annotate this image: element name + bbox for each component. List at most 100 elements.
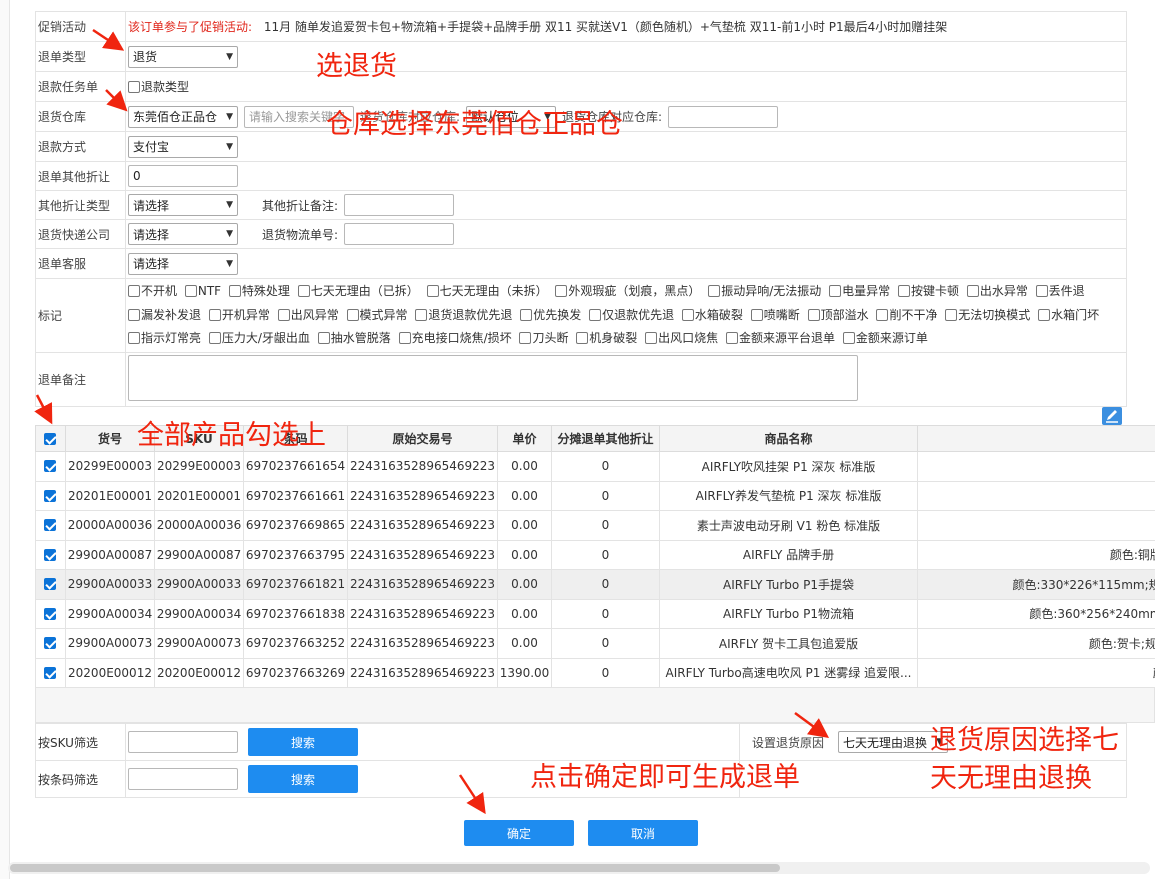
trade-no-cell: 2243163528965469223 (347, 628, 498, 659)
mark-checkbox[interactable]: 七天无理由（已拆） (297, 284, 419, 298)
item-no-cell: 29900A00073 (65, 628, 155, 659)
mark-checkbox[interactable]: 丢件退 (1035, 284, 1085, 298)
mark-checkbox[interactable]: 开机异常 (208, 307, 270, 322)
mark-checkbox[interactable]: 削不干净 (876, 308, 937, 322)
mark-checkbox[interactable]: 特殊处理 (228, 284, 290, 298)
row-checkbox[interactable] (35, 510, 66, 541)
col-product-name[interactable]: 商品名称 (659, 425, 918, 452)
mark-checkbox[interactable]: 振动异响/无法振动 (708, 284, 821, 298)
attributes-cell: 颜色:粉色 (917, 510, 1155, 541)
table-row[interactable]: 29900A00087 29900A00087 6970237663795 22431… (35, 539, 1155, 570)
mark-checkbox[interactable]: NTF (184, 284, 222, 299)
mark-checkbox-label: NTF (197, 284, 222, 299)
mark-checkbox[interactable]: 出风异常 (277, 308, 339, 322)
mark-checkbox-label: 无法切换模式 (958, 307, 1031, 322)
mark-checkbox[interactable]: 外观瑕疵（划痕，黑点） (555, 284, 700, 298)
mark-checkbox[interactable]: 模式异常 (346, 308, 408, 322)
mark-checkbox[interactable]: 七天无理由（未拆） (426, 284, 548, 298)
table-row[interactable]: 29900A00073 29900A00073 6970237663252 22431… (35, 628, 1155, 659)
select-all-checkbox[interactable] (35, 425, 66, 452)
mark-checkbox[interactable]: 退货退款优先退 (415, 308, 512, 322)
mark-checkbox[interactable]: 充电接口烧焦/损坏 (398, 331, 512, 346)
mark-checkbox[interactable]: 刀头断 (519, 331, 568, 345)
mark-checkbox[interactable]: 金额来源订单 (842, 331, 928, 345)
mark-checkbox[interactable]: 顶部溢水 (807, 308, 869, 322)
confirm-button[interactable]: 确定 (464, 820, 574, 846)
row-checkbox[interactable] (35, 539, 66, 570)
edit-icon[interactable] (1102, 407, 1122, 425)
cancel-button[interactable]: 取消 (588, 820, 698, 846)
table-row[interactable]: 20201E00001 20201E00001 6970237661661 22431… (35, 480, 1155, 511)
col-attributes[interactable] (917, 425, 1155, 452)
mark-checkbox[interactable]: 压力大/牙龈出血 (208, 331, 310, 345)
refund-method-select[interactable]: 支付宝 ▼ (128, 135, 238, 158)
mark-checkbox[interactable]: 指示灯常亮 (128, 331, 201, 345)
mark-checkbox[interactable]: 水箱门坏 (1038, 308, 1099, 322)
mark-checkbox[interactable]: 仅退款优先退 (589, 308, 674, 322)
mark-checkbox[interactable]: 机身破裂 (576, 331, 637, 345)
discount-cell: 0 (551, 598, 660, 629)
mark-checkbox-label: 开机异常 (221, 307, 270, 322)
mark-checkbox[interactable]: 无法切换模式 (945, 308, 1030, 322)
mark-checkbox[interactable]: 出水异常 (966, 284, 1028, 298)
discount-note-input[interactable] (344, 194, 455, 216)
mark-checkbox-label: 水箱门坏 (1051, 307, 1100, 322)
mark-checkbox[interactable]: 漏发补发退 (128, 308, 201, 322)
mark-checkbox-label: 按键卡顿 (910, 284, 959, 299)
table-row[interactable]: 20299E00003 20299E00003 6970237661654 22431… (35, 451, 1155, 482)
scrollbar-thumb[interactable] (10, 864, 780, 872)
row-checkbox[interactable] (35, 657, 66, 687)
sku-filter-input[interactable] (128, 731, 238, 753)
table-row[interactable]: 29900A00034 29900A00034 6970237661838 22431… (35, 598, 1155, 629)
warehouse-select[interactable]: 东莞佰仓正品仓 ▼ (128, 105, 238, 128)
mark-checkbox[interactable]: 水箱破裂 (681, 308, 743, 322)
table-row[interactable]: 20200E00012 20200E00012 6970237663269 22431… (35, 657, 1155, 687)
attributes-cell: 颜色:深灰 (917, 451, 1155, 482)
return-type-select[interactable]: 退货 ▼ (128, 45, 238, 68)
mark-checkbox[interactable]: 电量异常 (829, 284, 890, 298)
item-no-cell: 29900A00034 (65, 598, 155, 629)
barcode-cell: 6970237663252 (243, 628, 348, 659)
mark-checkbox[interactable]: 抽水管脱落 (317, 331, 391, 346)
discount-type-select[interactable]: 请选择 ▼ (128, 194, 238, 216)
barcode-cell: 6970237669865 (243, 510, 348, 541)
col-price[interactable]: 单价 (497, 425, 552, 452)
barcode-filter-input[interactable] (128, 768, 238, 790)
refund-method-value: 支付宝 (133, 140, 170, 154)
mark-checkbox[interactable]: 优先换发 (520, 308, 581, 322)
row-checkbox[interactable] (35, 569, 66, 600)
mark-checkbox[interactable]: 不开机 (128, 284, 177, 298)
row-checkbox[interactable] (35, 480, 66, 511)
row-checkbox[interactable] (35, 628, 66, 659)
col-discount[interactable]: 分摊退单其他折让 (551, 425, 660, 452)
mark-checkbox[interactable]: 金额来源平台退单 (725, 331, 835, 345)
horizontal-scrollbar[interactable] (8, 862, 1150, 874)
other-discount-label: 退单其他折让 (35, 161, 126, 191)
sku-search-button[interactable]: 搜索 (248, 728, 358, 756)
other-discount-input[interactable]: 0 (128, 165, 238, 187)
row-checkbox[interactable] (35, 598, 66, 629)
remark-textarea[interactable] (128, 355, 858, 401)
mark-checkbox[interactable]: 出风口烧焦 (645, 331, 718, 345)
table-row[interactable]: 20000A00036 20000A00036 6970237669865 22431… (35, 510, 1155, 541)
courier-select[interactable]: 请选择 ▼ (128, 223, 238, 245)
mark-checkbox[interactable]: 喷嘴断 (750, 308, 800, 322)
service-select[interactable]: 请选择 ▼ (128, 252, 238, 275)
discount-cell: 0 (551, 451, 660, 482)
refund-task-label: 退款任务单 (35, 71, 126, 102)
mark-checkbox-label: 抽水管脱落 (330, 331, 391, 346)
barcode-search-button[interactable]: 搜索 (248, 765, 358, 793)
trade-no-cell: 2243163528965469223 (347, 510, 498, 541)
barcode-cell: 6970237661821 (243, 569, 348, 600)
mark-checkbox-label: 外观瑕疵（划痕，黑点） (568, 284, 701, 299)
row-checkbox[interactable] (35, 451, 66, 482)
refund-type-checkbox[interactable]: 退款类型 (128, 78, 189, 95)
sku-cell: 29900A00087 (154, 539, 244, 570)
barcode-cell: 6970237661838 (243, 598, 348, 629)
table-row[interactable]: 29900A00033 29900A00033 6970237661821 22431… (35, 569, 1155, 600)
col-trade-no[interactable]: 原始交易号 (347, 425, 498, 452)
mark-checkbox[interactable]: 按键卡顿 (897, 284, 959, 299)
tracking-input[interactable] (344, 223, 455, 245)
warehouse-location-input[interactable] (668, 105, 779, 128)
mark-checkbox-label: 充电接口烧焦/损坏 (411, 331, 512, 346)
